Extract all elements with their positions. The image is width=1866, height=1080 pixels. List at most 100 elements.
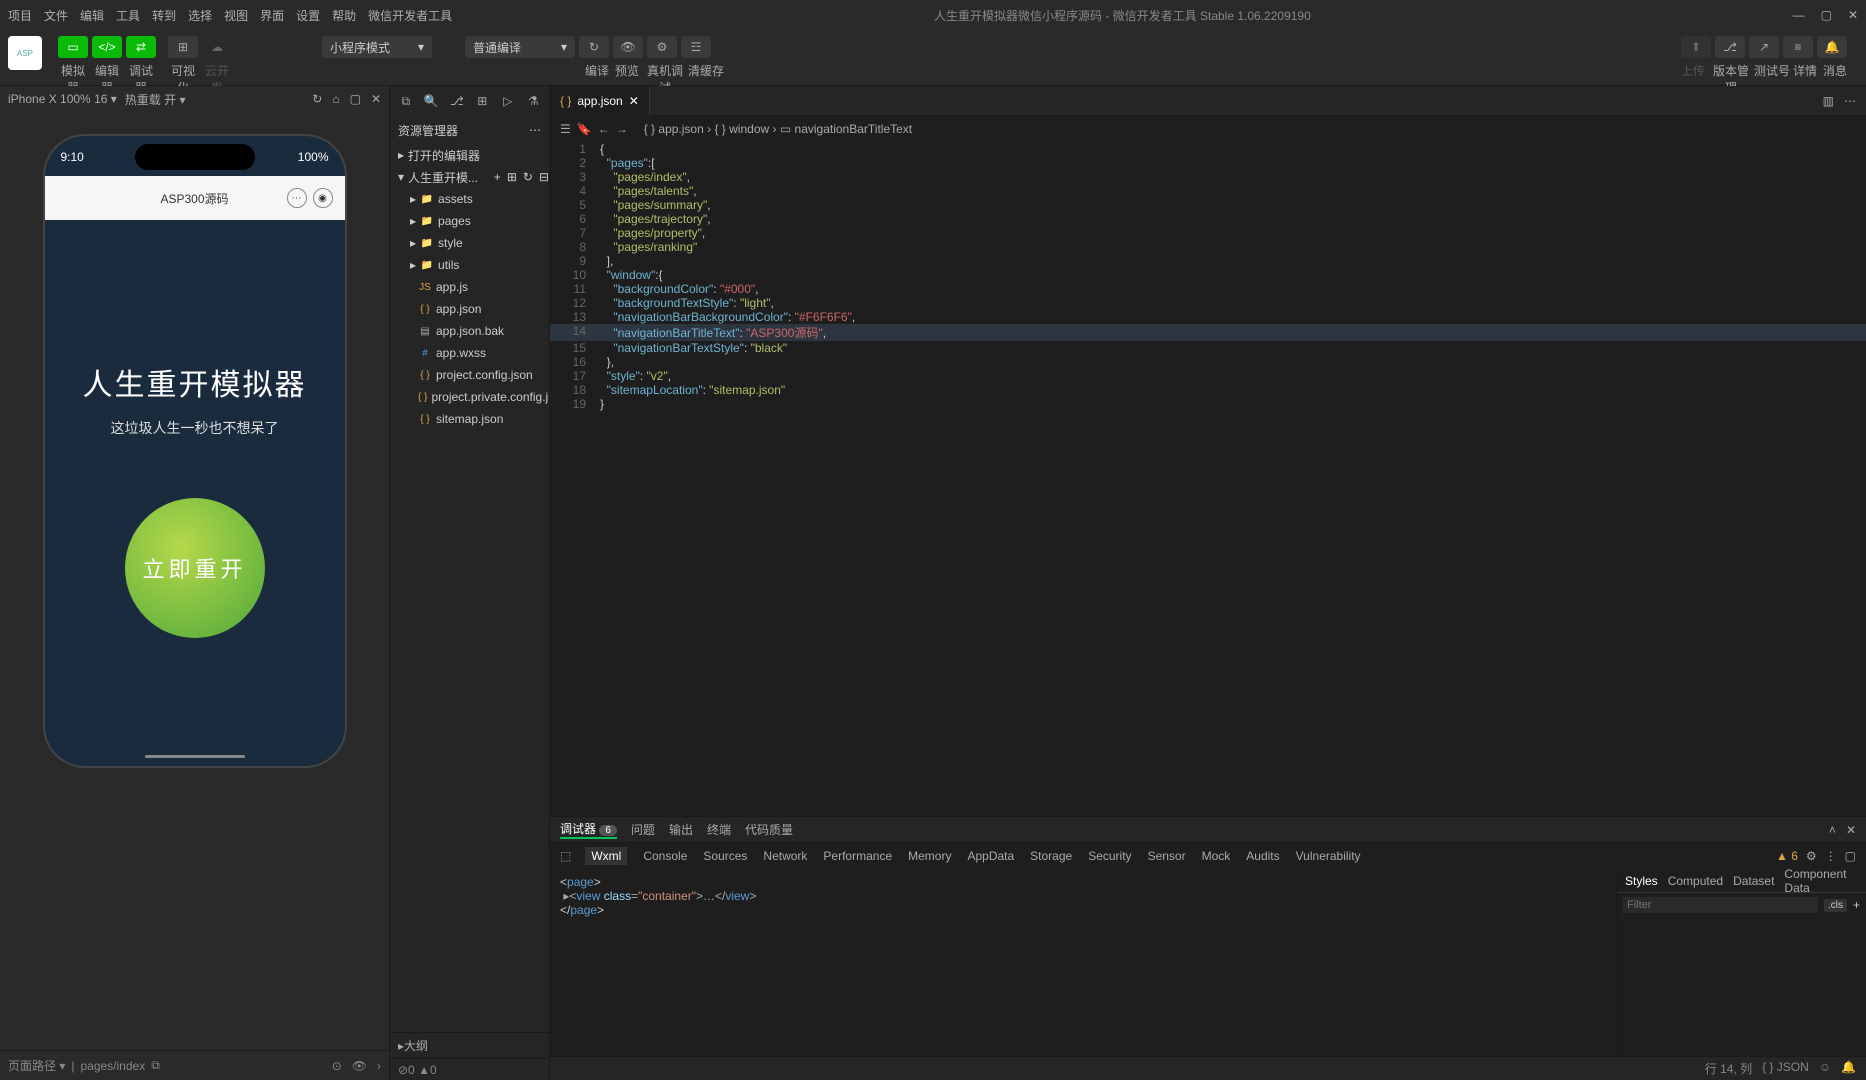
compile-button[interactable]: ↻ (579, 36, 609, 58)
device-select[interactable]: iPhone X 100% 16 ▾ (8, 92, 117, 106)
feedback-icon[interactable]: ☺ (1819, 1060, 1831, 1077)
messages-button[interactable]: 🔔 (1817, 36, 1847, 58)
menu-转到[interactable]: 转到 (152, 7, 176, 24)
computed-tab[interactable]: Computed (1668, 874, 1723, 888)
new-file-icon[interactable]: + (494, 170, 501, 184)
devtab-sensor[interactable]: Sensor (1148, 849, 1186, 863)
more-tab-icon[interactable]: ⋯ (1844, 94, 1856, 108)
devtab-performance[interactable]: Performance (823, 849, 892, 863)
dataset-tab[interactable]: Dataset (1733, 874, 1774, 888)
devtab-storage[interactable]: Storage (1030, 849, 1072, 863)
menu-选择[interactable]: 选择 (188, 7, 212, 24)
devtab-memory[interactable]: Memory (908, 849, 951, 863)
file-app.json.bak[interactable]: ▤ app.json.bak (390, 320, 549, 342)
language-mode[interactable]: { } JSON (1762, 1060, 1809, 1077)
details-button[interactable]: ≡ (1783, 36, 1813, 58)
problems-tab[interactable]: 问题 (631, 821, 655, 838)
folder-utils[interactable]: ▸ 📁 utils (390, 254, 549, 276)
kebab-icon[interactable]: ⋮ (1825, 849, 1837, 863)
debugger-button[interactable]: ⇄ (126, 36, 156, 58)
devtab-network[interactable]: Network (763, 849, 807, 863)
close-icon[interactable]: ✕ (1848, 8, 1858, 22)
devtab-console[interactable]: Console (643, 849, 687, 863)
search-icon[interactable]: 🔍 (424, 94, 440, 108)
upload-button[interactable]: ⬆ (1681, 36, 1711, 58)
add-style-icon[interactable]: + (1853, 898, 1860, 912)
componentdata-tab[interactable]: Component Data (1784, 867, 1858, 895)
new-folder-icon[interactable]: ⊞ (507, 170, 517, 184)
beaker-icon[interactable]: ⚗ (526, 94, 542, 108)
minimize-icon[interactable]: — (1793, 8, 1805, 22)
breadcrumb[interactable]: ☰ 🔖 ← → { } app.json › { } window › ▭ na… (550, 116, 1866, 142)
menu-工具[interactable]: 工具 (116, 7, 140, 24)
sim-home-icon[interactable]: ⌂ (332, 92, 339, 106)
maximize-icon[interactable]: ▢ (1821, 8, 1832, 22)
mode-select[interactable]: 小程序模式▾ (322, 36, 432, 58)
menu-项目[interactable]: 项目 (8, 7, 32, 24)
branch-icon[interactable]: ⎇ (449, 94, 465, 108)
ext-icon[interactable]: ⊞ (475, 94, 491, 108)
split-icon[interactable]: ▥ (1823, 94, 1834, 108)
menu-文件[interactable]: 文件 (44, 7, 68, 24)
cloud-button[interactable]: ☁ (202, 36, 232, 58)
collapse-icon[interactable]: ⊟ (539, 170, 549, 184)
sim-refresh-icon[interactable]: ↻ (312, 92, 322, 106)
refresh-icon[interactable]: ↻ (523, 170, 533, 184)
copy-path-icon[interactable]: ⧉ (151, 1058, 160, 1073)
outline-section[interactable]: ▸ 大纲 (390, 1032, 549, 1058)
page-path[interactable]: pages/index (80, 1059, 145, 1073)
file-sitemap.json[interactable]: { } sitemap.json (390, 408, 549, 430)
file-project.config.json[interactable]: { } project.config.json (390, 364, 549, 386)
capsule-menu-icon[interactable]: ⋯ (287, 188, 307, 208)
capsule-close-icon[interactable]: ◉ (313, 188, 333, 208)
debug-icon[interactable]: ▷ (500, 94, 516, 108)
open-editors-section[interactable]: ▸ 打开的编辑器 (390, 144, 549, 166)
file-project.private.config.js...[interactable]: { } project.private.config.js... (390, 386, 549, 408)
debugger-tab[interactable]: 调试器 6 (560, 820, 617, 839)
editor-button[interactable]: </> (92, 36, 122, 58)
styles-tab[interactable]: Styles (1625, 874, 1658, 888)
dock-icon[interactable]: ▢ (1845, 849, 1856, 863)
menu-设置[interactable]: 设置 (296, 7, 320, 24)
devtab-audits[interactable]: Audits (1246, 849, 1279, 863)
terminal-tab[interactable]: 终端 (707, 821, 731, 838)
menu-界面[interactable]: 界面 (260, 7, 284, 24)
project-root[interactable]: ▾ 人生重开模... +⊞↻⊟ (390, 166, 549, 188)
menu-帮助[interactable]: 帮助 (332, 7, 356, 24)
file-app.js[interactable]: JS app.js (390, 276, 549, 298)
crumb-list-icon[interactable]: ☰ (560, 122, 571, 136)
menu-微信开发者工具[interactable]: 微信开发者工具 (368, 7, 452, 24)
clear-cache-button[interactable]: ☲ (681, 36, 711, 58)
version-button[interactable]: ⎇ (1715, 36, 1745, 58)
menu-编辑[interactable]: 编辑 (80, 7, 104, 24)
sim-close-icon[interactable]: ✕ (371, 92, 381, 106)
panel-up-icon[interactable]: ˄ (1829, 823, 1836, 837)
quality-tab[interactable]: 代码质量 (745, 821, 793, 838)
compile-select[interactable]: 普通编译▾ (465, 36, 575, 58)
visual-button[interactable]: ⊞ (168, 36, 198, 58)
files-icon[interactable]: ⧉ (398, 94, 414, 109)
file-app.json[interactable]: { } app.json (390, 298, 549, 320)
folder-pages[interactable]: ▸ 📁 pages (390, 210, 549, 232)
output-tab[interactable]: 输出 (669, 821, 693, 838)
sim-arrow-icon[interactable]: › (377, 1059, 381, 1073)
menu-视图[interactable]: 视图 (224, 7, 248, 24)
sim-locate-icon[interactable]: ⊙ (332, 1059, 342, 1073)
explorer-more-icon[interactable]: ⋯ (529, 123, 541, 137)
code-editor[interactable]: 1{2 "pages":[3 "pages/index",4 "pages/ta… (550, 142, 1866, 816)
devtab-mock[interactable]: Mock (1202, 849, 1231, 863)
devtab-security[interactable]: Security (1088, 849, 1131, 863)
inspect-icon[interactable]: ⬚ (560, 849, 571, 863)
devtab-vulnerability[interactable]: Vulnerability (1296, 849, 1361, 863)
devtab-wxml[interactable]: Wxml (585, 847, 627, 865)
gear-icon[interactable]: ⚙ (1806, 849, 1817, 863)
folder-style[interactable]: ▸ 📁 style (390, 232, 549, 254)
cls-toggle[interactable]: .cls (1824, 899, 1847, 912)
preview-button[interactable]: 👁 (613, 36, 643, 58)
crumb-back-icon[interactable]: ← (598, 122, 610, 136)
wxml-tree[interactable]: <page> ▸<view class="container">…</view>… (550, 869, 1616, 1056)
devtab-appdata[interactable]: AppData (967, 849, 1014, 863)
editor-tab[interactable]: { }app.json✕ (550, 86, 650, 116)
simulator-button[interactable]: ▭ (58, 36, 88, 58)
sim-eye-icon[interactable]: 👁 (352, 1059, 367, 1073)
